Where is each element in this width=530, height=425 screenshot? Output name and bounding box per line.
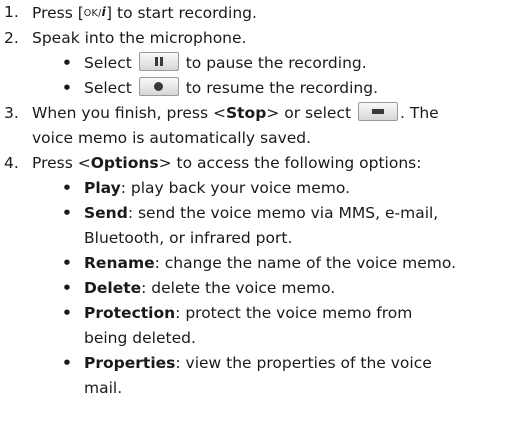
bullet: • [62, 254, 72, 272]
step-text: Press [ [32, 4, 84, 22]
step-text: Speak into the microphone. [32, 29, 247, 47]
option-item-play: • Play: play back your voice memo. [0, 176, 530, 201]
bullet: • [62, 79, 72, 97]
pause-icon [138, 52, 179, 71]
option-item-properties: • Properties: view the properties of the… [0, 351, 530, 401]
bullet: • [62, 54, 72, 72]
option-item-protection: • Protection: protect the voice memo fro… [0, 301, 530, 351]
ok-key-icon: OK/i [83, 5, 107, 19]
list-item: • Select to resume the recording. [0, 76, 530, 101]
record-icon [138, 77, 179, 96]
bullet: • [62, 204, 72, 222]
bullet: • [62, 179, 72, 197]
step-3: 3. When you finish, press <Stop> or sele… [0, 101, 530, 151]
list-item: • Select to pause the recording. [0, 51, 530, 76]
option-item-send: • Send: send the voice memo via MMS, e-m… [0, 201, 530, 251]
step-number: 1. [4, 3, 19, 21]
step-number: 2. [4, 29, 19, 47]
step-number: 4. [4, 154, 19, 172]
step-1: 1. Press [OK/i] to start recording. [0, 0, 530, 26]
stop-icon [358, 102, 398, 121]
instructions-document: 1. Press [OK/i] to start recording. 2. S… [0, 0, 530, 401]
step-number: 3. [4, 104, 19, 122]
options-softkey-label: Options [90, 154, 159, 172]
step-2: 2. Speak into the microphone. [0, 26, 530, 51]
option-item-rename: • Rename: change the name of the voice m… [0, 251, 530, 276]
step-text: ] to start recording. [106, 4, 257, 22]
step-4: 4. Press <Options> to access the followi… [0, 151, 530, 176]
bullet: • [62, 279, 72, 297]
bullet: • [62, 354, 72, 372]
bullet: • [62, 304, 72, 322]
option-item-delete: • Delete: delete the voice memo. [0, 276, 530, 301]
stop-softkey-label: Stop [225, 104, 267, 122]
